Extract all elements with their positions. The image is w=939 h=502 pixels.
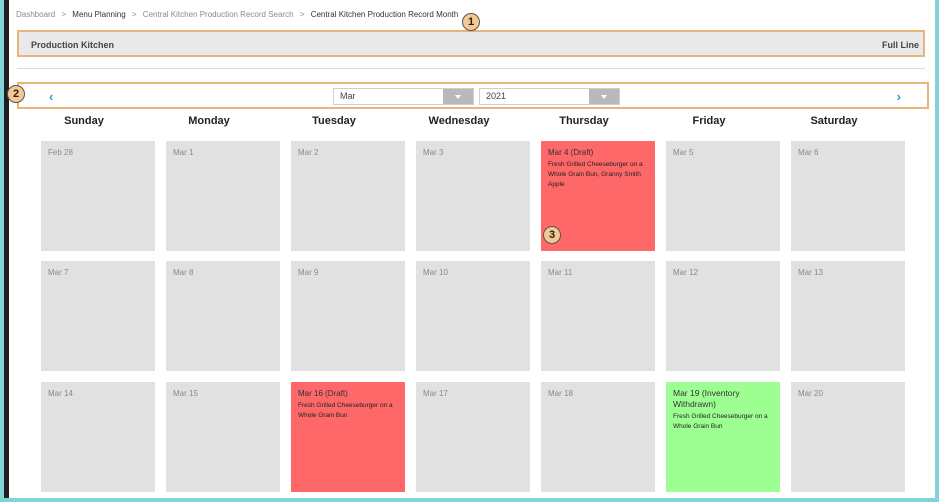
calendar-day-cell[interactable]: Mar 19 (Inventory Withdrawn) Fresh Grille… — [666, 382, 780, 492]
calendar-day-date: Mar 7 — [48, 268, 69, 277]
calendar-day-cell[interactable]: Mar 15 — [166, 382, 280, 492]
calendar-day-cell[interactable]: Mar 17 — [416, 382, 530, 492]
calendar-day-menu: Fresh Grilled Cheeseburger on a Whole Gr… — [298, 402, 393, 419]
weekday-monday: Monday — [188, 115, 230, 127]
breadcrumb-record-month: Central Kitchen Production Record Month — [310, 10, 459, 19]
calendar-day-date: Mar 20 — [798, 389, 823, 398]
calendar-day-cell[interactable]: Mar 11 — [541, 261, 655, 371]
weekday-wednesday: Wednesday — [428, 115, 490, 127]
weekday-saturday: Saturday — [810, 115, 858, 127]
callout-badge: 1 — [462, 13, 480, 31]
calendar-day-cell[interactable]: Mar 18 — [541, 382, 655, 492]
calendar-day-date: Mar 14 — [48, 389, 73, 398]
left-edge-bar — [4, 0, 9, 498]
calendar-day-date: Mar 10 — [423, 268, 448, 277]
weekday-thursday: Thursday — [559, 115, 609, 127]
calendar-day-date: Mar 4 (Draft) — [548, 148, 594, 157]
chevron-down-icon — [455, 95, 461, 99]
calendar-day-cell[interactable]: Mar 3 — [416, 141, 530, 251]
calendar-day-menu: Fresh Grilled Cheeseburger on a Whole Gr… — [673, 413, 768, 430]
breadcrumb: Dashboard > Menu Planning > Central Kitc… — [16, 10, 458, 19]
breadcrumb-record-search[interactable]: Central Kitchen Production Record Search — [143, 10, 294, 19]
app-frame: Dashboard > Menu Planning > Central Kitc… — [4, 0, 935, 498]
calendar-day-date: Mar 5 — [673, 148, 694, 157]
calendar-day-date: Mar 16 (Draft) — [298, 389, 348, 398]
calendar-day-date: Mar 19 (Inventory Withdrawn) — [673, 388, 740, 409]
breadcrumb-menu-planning[interactable]: Menu Planning — [72, 10, 125, 19]
month-select[interactable]: Mar — [333, 88, 474, 105]
calendar-day-date: Mar 18 — [548, 389, 573, 398]
weekday-friday: Friday — [692, 115, 726, 127]
calendar-day-date: Mar 11 — [548, 268, 573, 277]
divider — [17, 68, 925, 69]
calendar-day-cell[interactable]: Mar 12 — [666, 261, 780, 371]
year-select-value: 2021 — [486, 91, 507, 101]
month-navigation-bar: ‹ Mar 2021 › — [17, 82, 929, 109]
calendar-day-date: Mar 1 — [173, 148, 194, 157]
calendar-day-cell[interactable]: Mar 20 — [791, 382, 905, 492]
year-dropdown-button[interactable] — [589, 89, 619, 104]
breadcrumb-separator: > — [131, 10, 137, 19]
calendar-day-cell[interactable]: Mar 2 — [291, 141, 405, 251]
calendar-day-cell[interactable]: Mar 10 — [416, 261, 530, 371]
month-dropdown-button[interactable] — [443, 89, 473, 104]
weekday-header: Sunday Monday Tuesday Wednesday Thursday… — [27, 115, 927, 131]
calendar-day-cell[interactable]: Mar 7 — [41, 261, 155, 371]
previous-month-button[interactable]: ‹ — [49, 89, 53, 104]
breadcrumb-separator: > — [299, 10, 305, 19]
calendar-day-date: Mar 8 — [173, 268, 194, 277]
production-kitchen-label: Production Kitchen — [31, 40, 114, 50]
callout-badge: 2 — [7, 85, 25, 103]
calendar-day-cell[interactable]: Mar 16 (Draft) Fresh Grilled Cheeseburger… — [291, 382, 405, 492]
calendar-day-date: Mar 17 — [423, 389, 448, 398]
calendar-day-cell[interactable]: Mar 1 — [166, 141, 280, 251]
breadcrumb-separator: > — [61, 10, 67, 19]
calendar-day-cell[interactable]: Feb 28 — [41, 141, 155, 251]
weekday-tuesday: Tuesday — [312, 115, 356, 127]
calendar-day-cell[interactable]: Mar 5 — [666, 141, 780, 251]
calendar-day-cell[interactable]: Mar 13 — [791, 261, 905, 371]
calendar-day-date: Mar 2 — [298, 148, 319, 157]
calendar-day-cell[interactable]: Mar 6 — [791, 141, 905, 251]
chevron-down-icon — [601, 95, 607, 99]
calendar-day-date: Mar 6 — [798, 148, 819, 157]
month-select-value: Mar — [340, 91, 356, 101]
year-select[interactable]: 2021 — [479, 88, 620, 105]
calendar-day-date: Feb 28 — [48, 148, 73, 157]
calendar-day-date: Mar 15 — [173, 389, 198, 398]
calendar-day-date: Mar 3 — [423, 148, 444, 157]
calendar-day-cell[interactable]: Mar 9 — [291, 261, 405, 371]
weekday-sunday: Sunday — [64, 115, 104, 127]
calendar-day-menu: Fresh Grilled Cheeseburger on a Whole Gr… — [548, 161, 643, 188]
calendar-day-cell[interactable]: Mar 8 — [166, 261, 280, 371]
full-line-label: Full Line — [882, 40, 919, 50]
calendar-day-date: Mar 13 — [798, 268, 823, 277]
kitchen-info-bar: Production Kitchen Full Line — [17, 30, 925, 57]
calendar-day-date: Mar 9 — [298, 268, 319, 277]
callout-badge: 3 — [543, 226, 561, 244]
calendar-day-cell[interactable]: Mar 14 — [41, 382, 155, 492]
calendar-day-date: Mar 12 — [673, 268, 698, 277]
next-month-button[interactable]: › — [897, 89, 901, 104]
breadcrumb-dashboard[interactable]: Dashboard — [16, 10, 55, 19]
